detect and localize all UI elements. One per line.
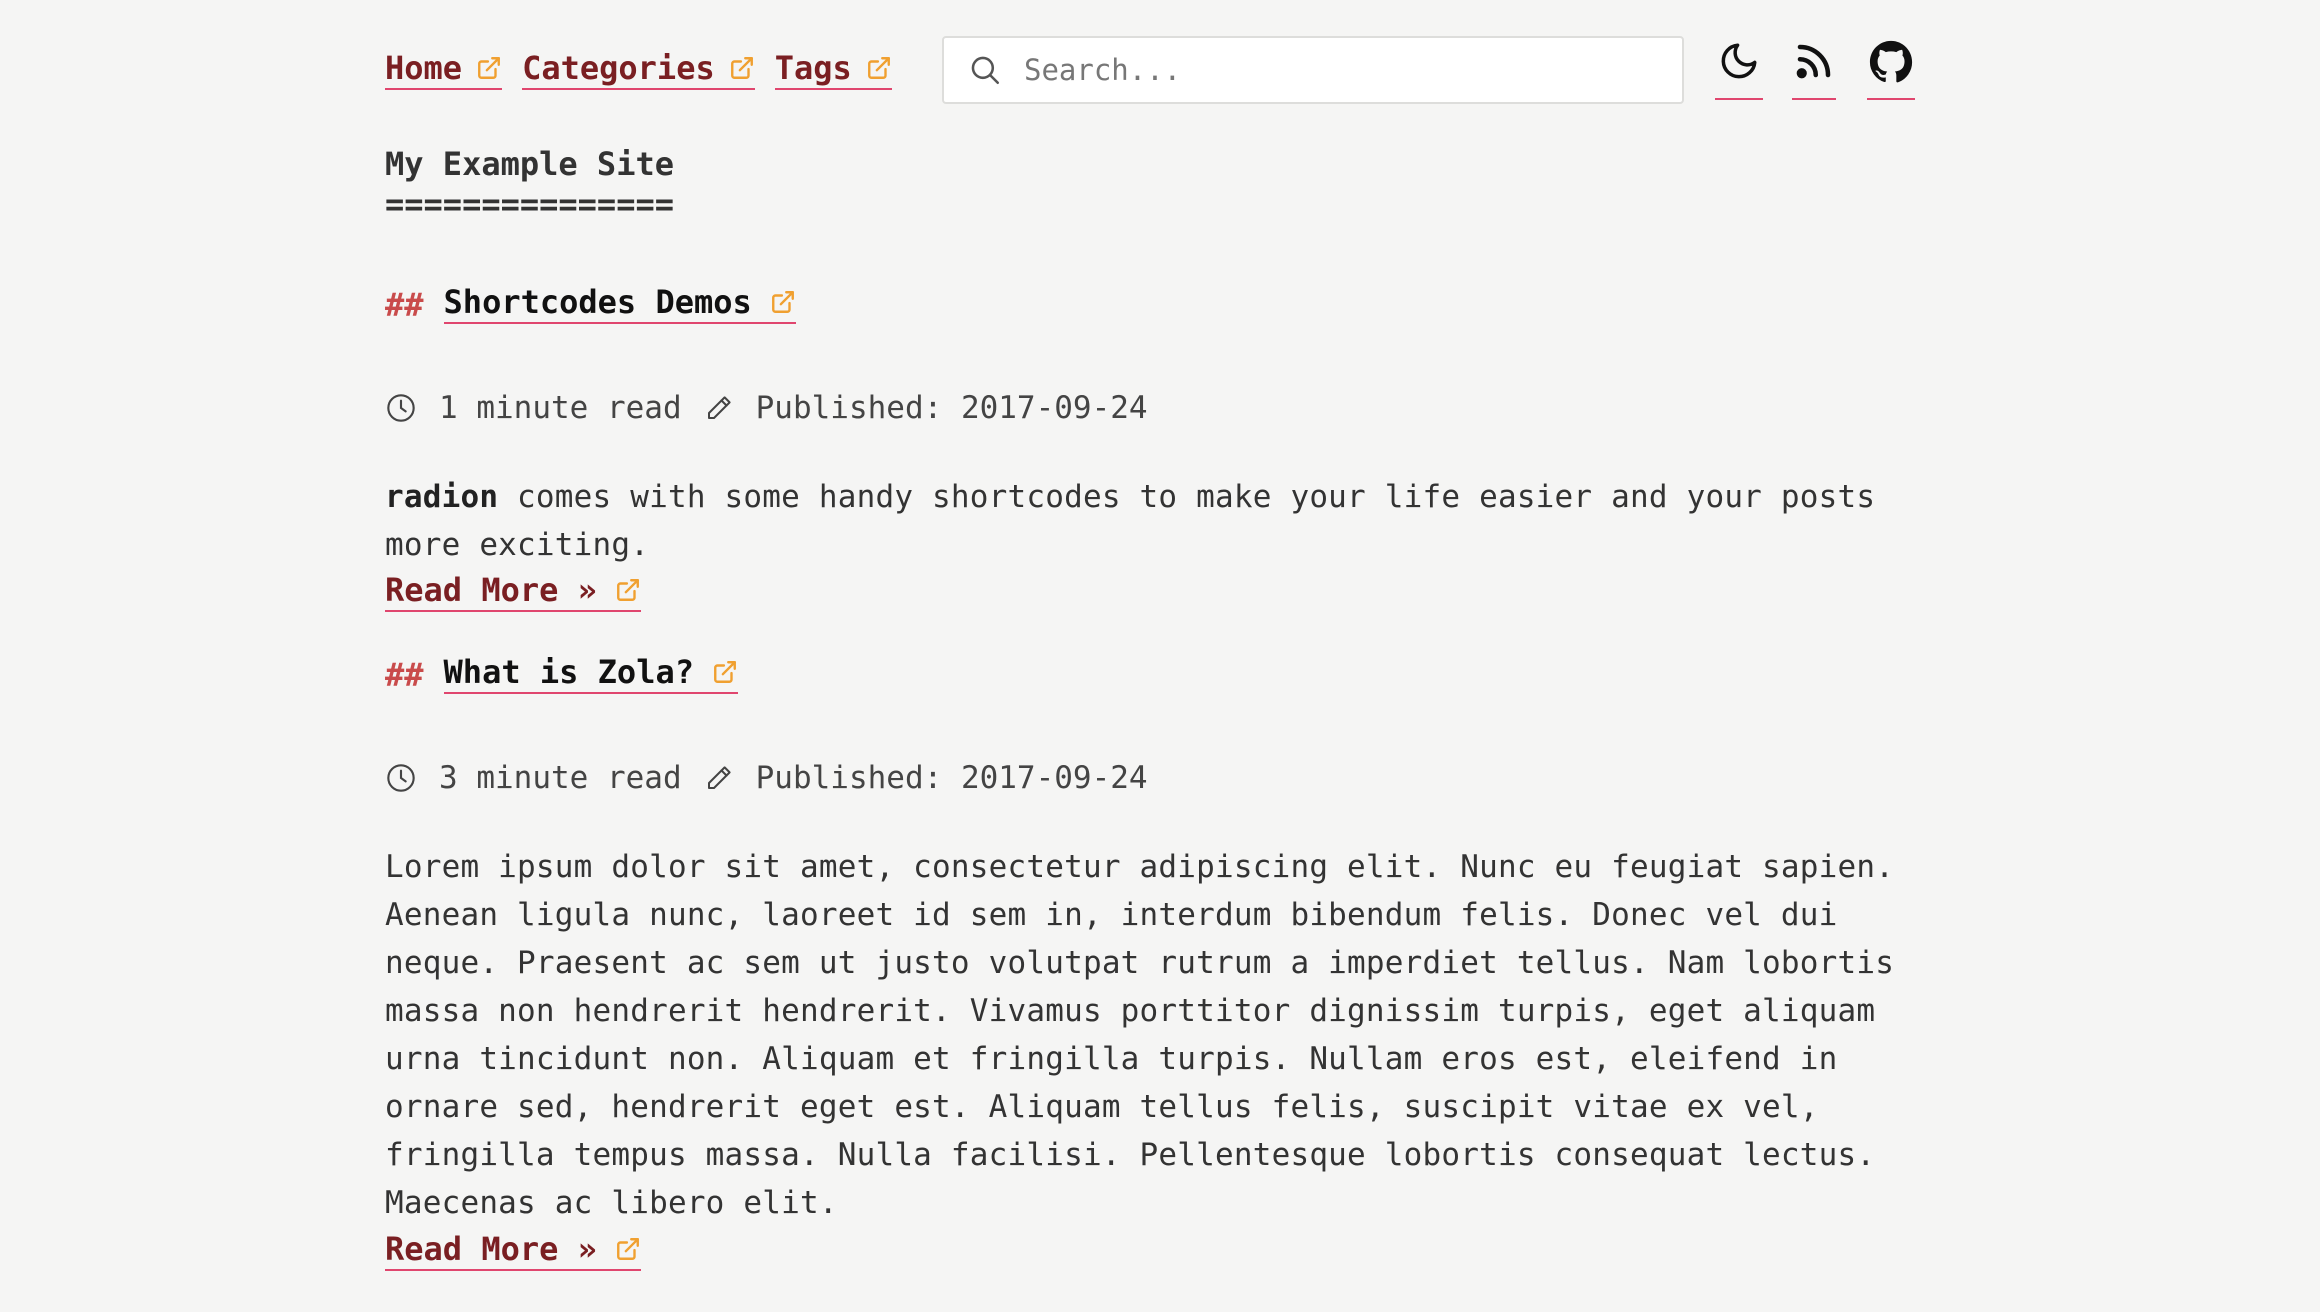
pencil-icon [707,766,731,789]
post-meta: 1 minute read Published: 2017-09-24 [385,392,1148,424]
moon-icon [1721,43,1757,79]
rss-feed-button[interactable] [1792,40,1836,100]
page: Home Categories Tags My Example Site ===… [0,0,2320,1312]
external-link-icon [771,291,794,313]
read-more-label: Read More » [385,571,597,609]
nav-link-label: Tags [774,49,852,87]
external-link-icon [616,1238,639,1260]
search-icon [971,56,1000,85]
pencil-icon [707,396,731,419]
heading-marker: ## [385,656,424,694]
post-title-text: What is Zola? [443,653,694,691]
post-excerpt: radion comes with some handy shortcodes … [385,473,1945,569]
site-title: My Example Site =============== [385,144,674,224]
nav-link-home[interactable]: Home [385,49,503,90]
read-time: 1 minute read [439,389,682,426]
excerpt-text: comes with some handy shortcodes to make… [385,479,1876,563]
github-button[interactable] [1867,40,1915,100]
read-more-link[interactable]: Read More » [385,574,641,612]
post-title: ## Shortcodes Demos [385,286,796,324]
nav-link-label: Home [385,49,463,87]
external-link-icon [478,57,501,79]
excerpt-bold: radion [385,479,499,515]
published-date: Published: 2017-09-24 [755,389,1148,426]
clock-icon [387,394,415,422]
nav-link-tags[interactable]: Tags [774,49,892,90]
post-meta: 3 minute read Published: 2017-09-24 [385,762,1148,794]
rss-icon [1796,44,1831,79]
heading-marker: ## [385,286,424,324]
site-title-text: My Example Site [385,145,674,183]
search-box[interactable] [942,36,1684,104]
nav-link-categories[interactable]: Categories [522,52,755,90]
external-link-icon [714,661,736,683]
post-title: ## What is Zola? [385,656,738,694]
theme-toggle-button[interactable] [1715,40,1763,100]
read-more-link[interactable]: Read More » [385,1233,641,1271]
top-nav: Home Categories Tags [385,36,912,106]
read-time: 3 minute read [439,759,682,796]
post-excerpt: Lorem ipsum dolor sit amet, consectetur … [385,849,1895,1221]
github-icon [1869,40,1913,83]
external-link-icon [730,57,753,79]
post-title-link[interactable]: Shortcodes Demos [443,283,796,324]
published-date: Published: 2017-09-24 [755,759,1148,796]
nav-link-label: Categories [522,49,715,87]
external-link-icon [867,57,890,79]
clock-icon [387,764,415,792]
site-title-underline: =============== [385,185,674,223]
search-input[interactable] [1022,52,1646,88]
post-title-text: Shortcodes Demos [443,283,752,321]
post-title-link[interactable]: What is Zola? [443,653,738,694]
read-more-label: Read More » [385,1230,597,1268]
external-link-icon [616,579,639,601]
